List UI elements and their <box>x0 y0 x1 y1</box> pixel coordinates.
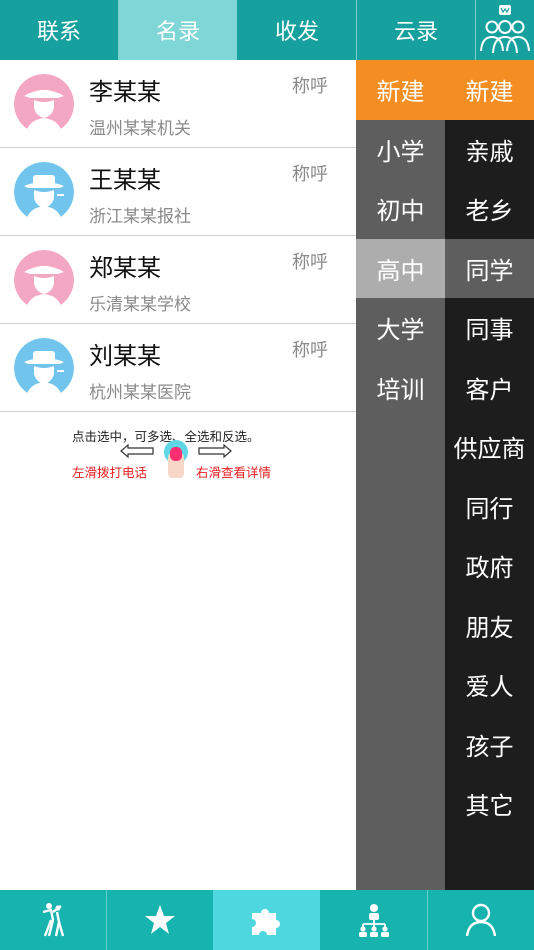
category-item[interactable]: 大学 <box>356 298 445 358</box>
contact-org: 温州某某机关 <box>89 119 191 139</box>
school-category-list: 新建 小学 初中 高中 大学 培训 <box>356 60 445 890</box>
new-relation-category-button[interactable]: 新建 <box>445 60 534 120</box>
contact-row[interactable]: 李某某 温州某某机关 称呼 <box>0 60 356 148</box>
avatar <box>14 250 74 310</box>
category-item[interactable]: 初中 <box>356 179 445 239</box>
nav-favorites-button[interactable] <box>107 890 213 950</box>
puzzle-icon <box>251 909 280 935</box>
hint-swipe-left-text: 左滑拨打电话 <box>72 465 148 480</box>
contact-name: 郑某某 <box>89 254 161 282</box>
category-item[interactable]: 同行 <box>445 477 534 537</box>
contact-title: 称呼 <box>292 252 328 273</box>
category-item[interactable]: 客户 <box>445 358 534 418</box>
contact-org: 乐清某某学校 <box>89 295 191 315</box>
contact-title: 称呼 <box>292 76 328 97</box>
avatar <box>14 338 74 398</box>
arrow-right-icon <box>198 444 232 458</box>
nav-org-button[interactable] <box>320 890 427 950</box>
category-item[interactable]: 爱人 <box>445 655 534 715</box>
group-icon <box>480 5 530 54</box>
contact-title: 称呼 <box>292 340 328 361</box>
contact-org: 浙江某某报社 <box>89 207 191 227</box>
contact-org: 杭州某某医院 <box>89 383 191 403</box>
contact-list: 李某某 温州某某机关 称呼 王某某 浙江某某报社 称呼 郑某某 乐清某某学校 称… <box>0 60 356 412</box>
arrow-left-icon <box>120 444 154 458</box>
contact-row[interactable]: 王某某 浙江某某报社 称呼 <box>0 148 356 236</box>
category-item-selected[interactable]: 高中 <box>356 238 445 298</box>
person-icon <box>465 903 497 937</box>
category-item[interactable]: 小学 <box>356 120 445 180</box>
tab-cloud[interactable]: 云录 <box>357 0 475 60</box>
contact-name: 刘某某 <box>89 342 161 370</box>
nav-profile-button[interactable] <box>428 890 534 950</box>
bottom-nav <box>0 890 534 950</box>
dance-icon <box>42 903 65 937</box>
category-item[interactable]: 供应商 <box>445 417 534 477</box>
top-tab-bar: 联系 名录 收发 云录 <box>0 0 534 60</box>
contact-title: 称呼 <box>292 164 328 185</box>
contact-name: 王某某 <box>89 166 161 194</box>
category-item[interactable]: 孩子 <box>445 715 534 775</box>
category-item[interactable]: 培训 <box>356 358 445 418</box>
new-school-category-button[interactable]: 新建 <box>356 60 445 120</box>
category-item[interactable]: 其它 <box>445 774 534 834</box>
category-item[interactable]: 政府 <box>445 536 534 596</box>
contact-name: 李某某 <box>89 78 161 106</box>
tap-finger-icon <box>164 440 188 478</box>
avatar <box>14 162 74 222</box>
category-item-selected[interactable]: 同学 <box>445 238 534 298</box>
star-icon <box>145 905 175 934</box>
nav-dance-button[interactable] <box>0 890 106 950</box>
gesture-hint: 点击选中，可多选、全选和反选。 左滑拨打电话 右滑查看详情 <box>0 423 356 483</box>
group-button[interactable] <box>475 0 534 60</box>
avatar <box>14 74 74 134</box>
category-item[interactable]: 亲戚 <box>445 120 534 180</box>
category-item[interactable]: 同事 <box>445 298 534 358</box>
category-item[interactable]: 老乡 <box>445 179 534 239</box>
hint-swipe-right-text: 右滑查看详情 <box>196 465 272 480</box>
tab-send-receive[interactable]: 收发 <box>238 0 356 60</box>
contact-row[interactable]: 刘某某 杭州某某医院 称呼 <box>0 324 356 412</box>
org-chart-icon <box>358 904 389 937</box>
contact-row[interactable]: 郑某某 乐清某某学校 称呼 <box>0 236 356 324</box>
tab-contacts[interactable]: 联系 <box>0 0 118 60</box>
nav-apps-button[interactable] <box>213 890 320 950</box>
tab-directory[interactable]: 名录 <box>119 0 237 60</box>
category-item[interactable]: 朋友 <box>445 596 534 656</box>
relation-category-list: 新建 亲戚 老乡 同学 同事 客户 供应商 同行 政府 朋友 爱人 孩子 其它 <box>445 60 534 890</box>
